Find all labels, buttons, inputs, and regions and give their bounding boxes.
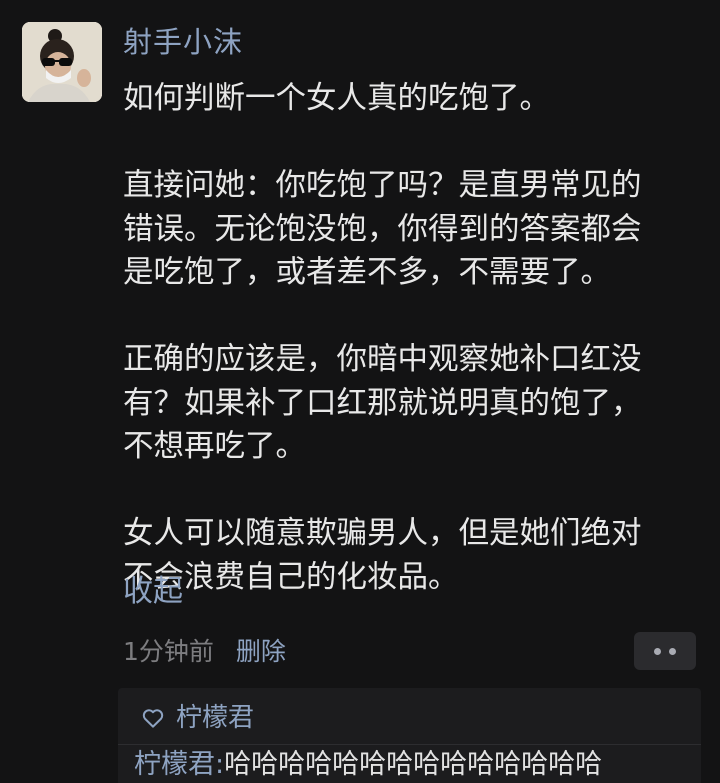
comment-paragraph: 直接问她：你吃饱了吗？是直男常见的 错误。无论饱没饱，你得到的答案都会 是吃饱了… [123, 168, 642, 290]
more-options-button[interactable] [634, 632, 696, 670]
reply-text: 哈哈哈哈哈哈哈哈哈哈哈哈哈哈 [224, 749, 603, 780]
divider [118, 744, 701, 745]
avatar[interactable] [22, 22, 102, 102]
liker-name[interactable]: 柠檬君 [176, 700, 254, 736]
delete-button[interactable]: 删除 [236, 637, 286, 666]
reply-author[interactable]: 柠檬君: [134, 749, 224, 780]
comment-paragraph: 如何判断一个女人真的吃饱了。 [123, 81, 550, 116]
comment-screen: 射手小沫 如何判断一个女人真的吃饱了。 直接问她：你吃饱了吗？是直男常见的 错误… [0, 0, 720, 783]
reply-item[interactable]: 柠檬君:哈哈哈哈哈哈哈哈哈哈哈哈哈哈 [134, 746, 602, 783]
more-dots-icon [654, 647, 661, 655]
comment-paragraph: 女人可以随意欺骗男人，但是她们绝对 不会浪费自己的化妆品。 [123, 516, 642, 595]
comment-meta: 1分钟前 删除 [123, 635, 286, 669]
timestamp: 1分钟前 [123, 637, 214, 666]
more-dots-icon [669, 647, 676, 655]
username[interactable]: 射手小沫 [123, 22, 243, 62]
comment-paragraph: 正确的应该是，你暗中观察她补口红没 有？如果补了口红那就说明真的饱了， 不想再吃… [123, 342, 642, 464]
comment-body: 如何判断一个女人真的吃饱了。 直接问她：你吃饱了吗？是直男常见的 错误。无论饱没… [123, 77, 703, 599]
reply-box: 柠檬君 柠檬君:哈哈哈哈哈哈哈哈哈哈哈哈哈哈 [118, 688, 701, 783]
avatar-image [22, 22, 102, 102]
like-row: 柠檬君 [142, 700, 254, 736]
heart-outline-icon[interactable] [142, 708, 164, 728]
collapse-link[interactable]: 收起 [123, 572, 183, 612]
